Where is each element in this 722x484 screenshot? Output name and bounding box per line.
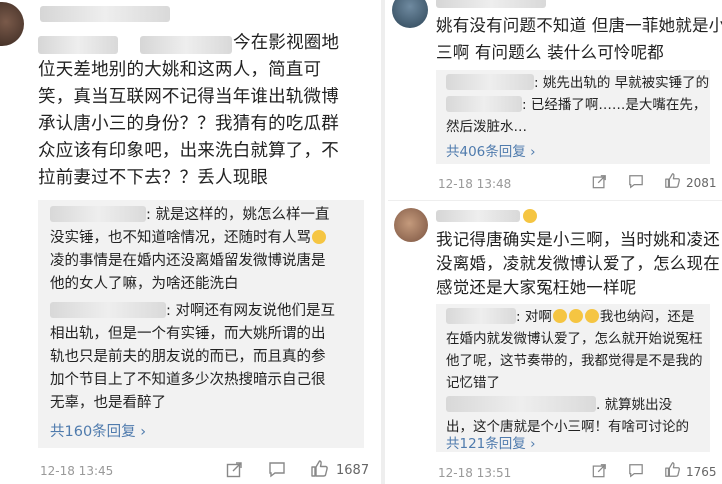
reply-line: 他了呢，这节奏带的，我都觉得是不是我的	[446, 353, 703, 369]
thumbs-up-icon	[665, 173, 680, 188]
reply-line: : 已经播了啊……是大嘴在先，	[522, 97, 707, 113]
more-replies-link[interactable]: 共121条回复 ›	[446, 432, 535, 452]
comment-icon	[269, 462, 285, 478]
reply-line: 无辜，也是看醉了	[50, 395, 166, 411]
reply-line: : 对啊	[516, 309, 552, 325]
more-replies-label: 共406条回复	[446, 144, 526, 160]
comment-line: 姚有没有问题不知道 但唐一菲她就是小	[436, 16, 722, 35]
chevron-right-icon: ›	[140, 424, 147, 440]
reply-line: : 就是这样的，姚怎么样一直	[146, 207, 330, 223]
like-button[interactable]	[310, 459, 329, 478]
comment-line: 三啊 有问题么 装什么可怜呢都	[436, 43, 664, 62]
reply-author-blurred[interactable]	[50, 206, 146, 222]
more-replies-label: 共121条回复	[446, 436, 526, 452]
reply-box: : 就是这样的，姚怎么样一直 没实锤，也不知道啥情况，还随时有人骂 凌的事情是在…	[38, 200, 364, 448]
reply-line: 凌的事情是在婚内还没离婚留发微博说唐是	[50, 253, 326, 269]
reply-line: 加个节目上了不知道多少次热搜暗示自己很	[50, 372, 326, 388]
reply-author-blurred[interactable]	[446, 74, 534, 90]
comment-line: 今在影视圈地	[233, 33, 340, 53]
reply-author-blurred[interactable]	[50, 302, 166, 318]
reply-item[interactable]: : 就是这样的，姚怎么样一直 没实锤，也不知道啥情况，还随时有人骂 凌的事情是在…	[50, 204, 330, 296]
like-count: 1687	[336, 463, 370, 478]
thumbs-up-icon	[665, 462, 680, 477]
avatar[interactable]	[392, 0, 428, 28]
comment-icon	[629, 175, 643, 189]
share-icon	[226, 462, 242, 478]
comment-column-right: 姚有没有问题不知道 但唐一菲她就是小 三啊 有问题么 装什么可怜呢都 : 姚先出…	[388, 0, 722, 484]
emoji-icon	[568, 309, 583, 323]
comment-time: 12-18 13:45	[40, 464, 114, 478]
reply-line: 他的女人了嘛，为啥还能洗白	[50, 276, 239, 292]
reply-box: : 对啊 我也纳闷，还是 在婚内就发微博认爱了，怎么就开始说冤枉 他了呢，这节奏带…	[436, 304, 710, 452]
share-button[interactable]	[592, 463, 607, 478]
username-blurred[interactable]	[40, 6, 170, 22]
username-blurred[interactable]	[436, 210, 520, 222]
emoji-icon	[584, 309, 599, 323]
reply-author-blurred[interactable]	[446, 396, 596, 412]
comment-line: 众应该有印象吧，出来洗白就算了，不	[38, 141, 339, 161]
like-button[interactable]	[664, 461, 681, 478]
reply-item[interactable]: : 对啊还有网友说他们是互 相出轨，但是一个有实锤，而大姚所谓的出 轨也只是前夫…	[50, 300, 335, 415]
reply-line: . 就算姚出没	[596, 397, 673, 413]
comment-line: 感觉还是大家冤枉她一样呢	[436, 278, 637, 297]
reply-line: : 对啊还有网友说他们是互	[166, 303, 335, 319]
comment-line: 承认唐小三的身份？？我猜有的吃瓜群	[38, 114, 339, 134]
reply-line: 相出轨，但是一个有实锤，而大姚所谓的出	[50, 326, 326, 342]
reply-line: 记忆错了	[446, 375, 500, 391]
comment-line: 没离婚，凌就发微博认爱了，怎么现在	[436, 254, 720, 273]
comment-card-left: 今在影视圈地 位天差地别的大姚和这两人，简直可 笑，真当互联网不记得当年谁出轨微…	[0, 0, 378, 484]
comment-text: 姚有没有问题不知道 但唐一菲她就是小 三啊 有问题么 装什么可怜呢都	[436, 12, 722, 66]
reply-author-blurred[interactable]	[446, 308, 516, 324]
separator-line	[388, 200, 722, 201]
share-button[interactable]	[592, 174, 607, 189]
reply-line: 没实锤，也不知道啥情况，还随时有人骂	[50, 230, 311, 246]
comment-line: 位天差地别的大姚和这两人，简直可	[38, 60, 322, 80]
reply-line: : 姚先出轨的 早就被实锤了的	[534, 75, 710, 91]
like-count: 1765	[686, 465, 717, 479]
like-count: 2081	[686, 176, 717, 190]
reply-line: 然后泼脏水…	[446, 119, 527, 135]
column-divider	[381, 0, 385, 484]
comment-text: 今在影视圈地 位天差地别的大姚和这两人，简直可 笑，真当互联网不记得当年谁出轨微…	[38, 30, 339, 192]
thumbs-up-icon	[311, 460, 328, 477]
comment-line: 我记得唐确实是小三啊，当时姚和凌还	[436, 230, 720, 249]
avatar[interactable]	[0, 2, 24, 46]
share-button[interactable]	[226, 461, 243, 478]
more-replies-link[interactable]: 共160条回复 ›	[50, 420, 146, 441]
reply-line: 轨也只是前夫的朋友说的而已，而且真的参	[50, 349, 326, 365]
comment-time: 12-18 13:48	[438, 177, 512, 191]
avatar[interactable]	[394, 208, 428, 242]
more-replies-link[interactable]: 共406条回复 ›	[446, 140, 535, 160]
reply-author-blurred[interactable]	[446, 96, 522, 112]
reply-item[interactable]: : 姚先出轨的 早就被实锤了的 : 已经播了啊……是大嘴在先， 然后泼脏水…	[446, 72, 709, 138]
comment-line: 笑，真当互联网不记得当年谁出轨微博	[38, 87, 339, 107]
share-icon	[592, 175, 606, 189]
reply-line: 我也纳闷，还是	[599, 309, 695, 325]
emoji-icon	[552, 309, 567, 323]
comment-text: 我记得唐确实是小三啊，当时姚和凌还 没离婚，凌就发微博认爱了，怎么现在 感觉还是…	[436, 228, 720, 300]
share-icon	[592, 464, 606, 478]
username-blurred[interactable]	[436, 0, 546, 8]
chevron-right-icon: ›	[530, 144, 536, 160]
reply-item[interactable]: : 对啊 我也纳闷，还是 在婚内就发微博认爱了，怎么就开始说冤枉 他了呢，这节奏带…	[446, 306, 703, 438]
comment-button[interactable]	[268, 461, 286, 478]
badge-emoji-icon	[523, 209, 537, 223]
comment-line: 拉前妻过不下去？？丢人现眼	[38, 168, 269, 188]
comment-icon	[629, 464, 643, 478]
comment-button[interactable]	[628, 174, 644, 189]
more-replies-label: 共160条回复	[50, 424, 136, 440]
reply-line: 在婚内就发微博认爱了，怎么就开始说冤枉	[446, 331, 703, 347]
laugh-emoji-icon	[312, 230, 326, 244]
reply-box: : 姚先出轨的 早就被实锤了的 : 已经播了啊……是大嘴在先， 然后泼脏水… 共…	[436, 70, 710, 164]
comment-button[interactable]	[628, 463, 644, 478]
comment-time: 12-18 13:51	[438, 466, 512, 480]
chevron-right-icon: ›	[530, 436, 536, 452]
like-button[interactable]	[664, 172, 681, 189]
